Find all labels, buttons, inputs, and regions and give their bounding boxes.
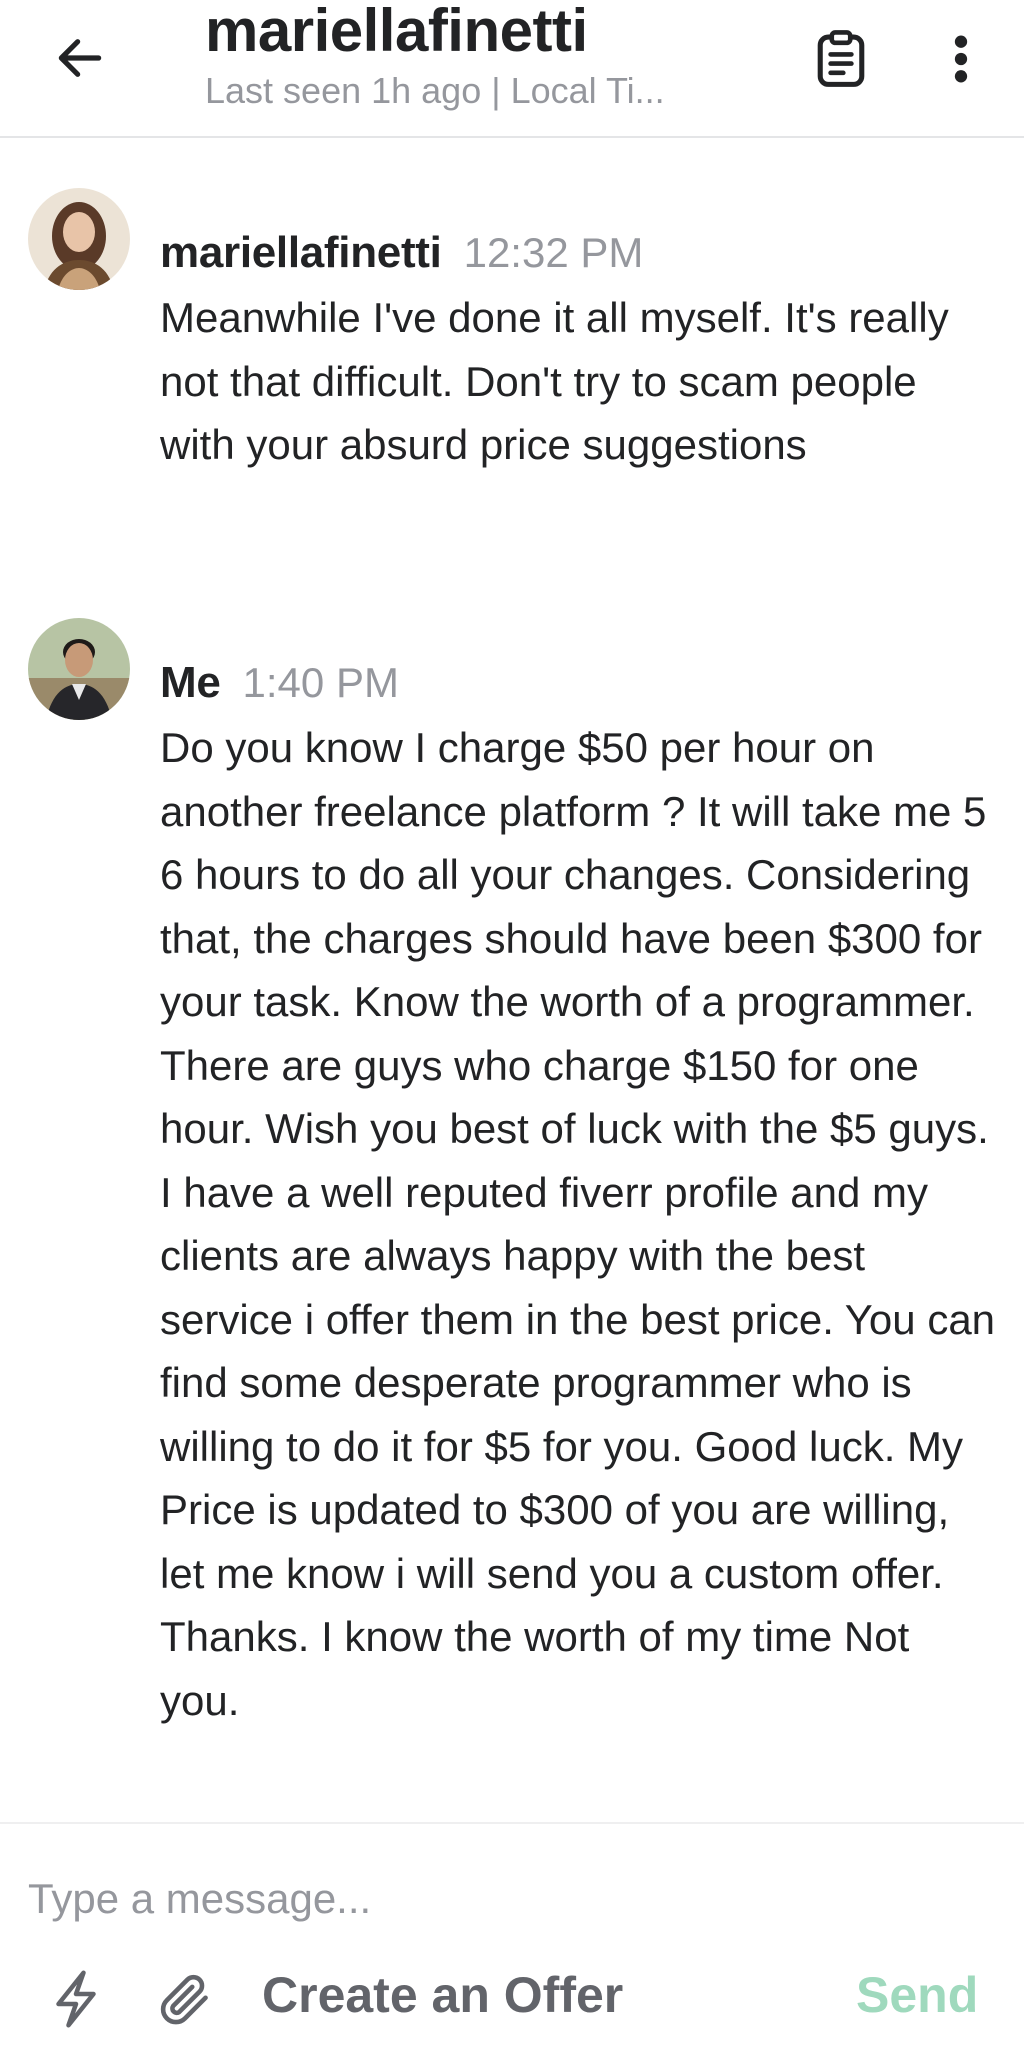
back-button[interactable] [48, 26, 112, 90]
avatar-image [28, 618, 130, 720]
send-button[interactable]: Send [856, 1966, 978, 2024]
message-input[interactable] [28, 1864, 988, 1934]
avatar-image [28, 188, 130, 290]
sender-name[interactable]: Me [160, 658, 221, 707]
contact-name[interactable]: mariellafinetti [205, 0, 588, 65]
attach-button[interactable] [150, 1964, 220, 2034]
clipboard-icon [817, 30, 865, 87]
message-time: 1:40 PM [242, 659, 399, 706]
chat-header: mariellafinetti Last seen 1h ago | Local… [0, 0, 1024, 138]
message-composer: Create an Offer Send [0, 1822, 1024, 2048]
quick-responses-button[interactable] [46, 1964, 106, 2034]
lightning-icon [56, 1970, 96, 2028]
avatar[interactable] [28, 188, 130, 290]
message-header: Me 1:40 PM [160, 658, 399, 708]
more-vertical-icon [954, 35, 968, 83]
more-options-button[interactable] [936, 26, 986, 92]
message-list[interactable]: mariellafinetti 12:32 PM Meanwhile I've d… [0, 140, 1024, 1820]
message-text: Do you know I charge $50 per hour on ano… [160, 724, 996, 1724]
sender-name[interactable]: mariellafinetti [160, 228, 442, 277]
message-header: mariellafinetti 12:32 PM [160, 228, 643, 278]
create-offer-button[interactable]: Create an Offer [262, 1966, 623, 2024]
message-time: 12:32 PM [463, 229, 644, 276]
message-text: Meanwhile I've done it all myself. It's … [160, 294, 949, 468]
arrow-left-icon [58, 39, 102, 77]
notes-button[interactable] [808, 26, 874, 92]
avatar[interactable] [28, 618, 130, 720]
last-seen-status: Last seen 1h ago | Local Ti... [205, 70, 665, 111]
paperclip-icon [160, 1974, 208, 2025]
